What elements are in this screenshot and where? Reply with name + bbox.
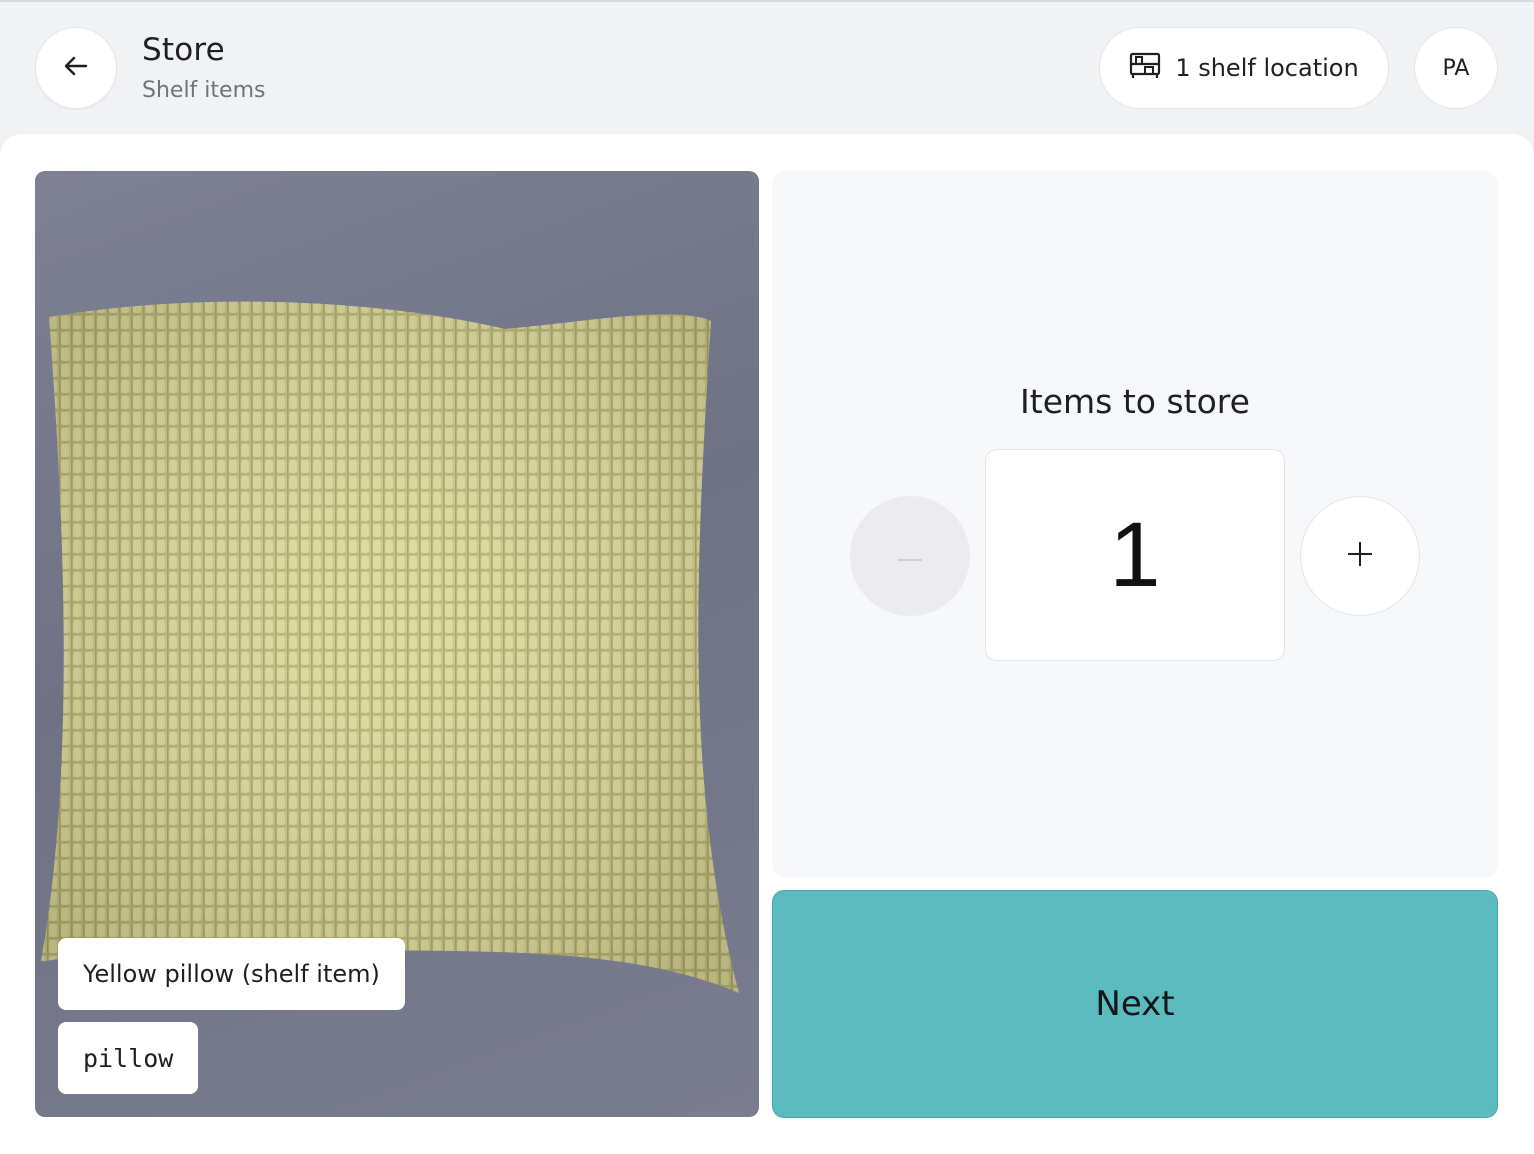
quantity-value: 1 xyxy=(1109,503,1161,606)
plus-icon xyxy=(1347,541,1373,571)
page-title: Store xyxy=(142,32,225,68)
page-heading: Store Shelf items xyxy=(142,30,265,106)
item-type-tag: pillow xyxy=(58,1022,199,1094)
back-button[interactable] xyxy=(35,27,117,109)
quantity-title: Items to store xyxy=(1020,382,1250,421)
next-button[interactable]: Next xyxy=(772,890,1498,1118)
minus-icon xyxy=(897,547,923,566)
shelf-location-button[interactable]: 1 shelf location xyxy=(1099,27,1389,109)
next-button-label: Next xyxy=(1095,984,1175,1024)
shelf-icon xyxy=(1129,51,1161,85)
avatar[interactable]: PA xyxy=(1414,27,1498,109)
shelf-location-label: 1 shelf location xyxy=(1175,54,1359,82)
quantity-stepper[interactable]: 1 xyxy=(985,449,1285,661)
page-subtitle: Shelf items xyxy=(142,78,266,103)
arrow-left-icon xyxy=(61,51,91,85)
item-label-tag: Yellow pillow (shelf item) xyxy=(58,938,405,1010)
increment-button[interactable] xyxy=(1300,496,1420,616)
avatar-initials: PA xyxy=(1442,55,1470,81)
decrement-button[interactable] xyxy=(850,496,970,616)
top-divider xyxy=(0,0,1534,2)
